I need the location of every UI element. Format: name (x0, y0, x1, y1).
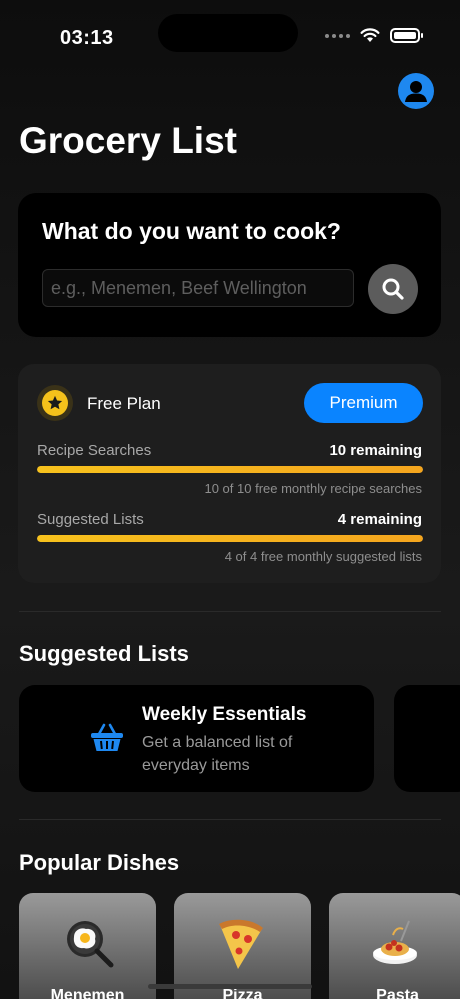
dynamic-island (158, 14, 298, 52)
section-divider (19, 611, 441, 612)
status-icons (325, 28, 423, 43)
plan-name: Free Plan (87, 394, 161, 413)
pizza-icon (219, 919, 263, 969)
usage-progress-recipe-searches (37, 466, 423, 473)
premium-button[interactable]: Premium (304, 383, 423, 423)
dish-name: Pasta (376, 987, 419, 999)
basket-icon (91, 723, 123, 751)
plan-card: Free Plan Premium Recipe Searches 10 rem… (18, 364, 441, 583)
section-divider (19, 819, 441, 820)
usage-remaining-recipe-searches: 10 remaining (329, 442, 422, 459)
dish-card-pasta[interactable]: Pasta (329, 893, 460, 999)
recipe-search-input[interactable] (42, 269, 354, 307)
dish-card-menemen[interactable]: Menemen (19, 893, 156, 999)
usage-progress-fill (37, 466, 423, 473)
profile-button[interactable] (398, 73, 434, 109)
plan-badge (37, 385, 73, 421)
spaghetti-icon (373, 920, 417, 964)
person-icon (405, 81, 427, 102)
search-icon (382, 278, 404, 300)
suggested-lists-title: Suggested Lists (19, 641, 189, 666)
cellular-icon (325, 33, 350, 38)
dish-name: Menemen (50, 987, 125, 999)
pan-egg-icon (67, 921, 114, 968)
usage-remaining-suggested-lists: 4 remaining (337, 511, 422, 528)
usage-label-recipe-searches: Recipe Searches (37, 442, 152, 459)
search-heading: What do you want to cook? (42, 218, 341, 244)
battery-icon (390, 28, 423, 43)
suggested-list-card-next[interactable] (394, 685, 460, 792)
suggested-list-card[interactable]: Weekly Essentials Get a balanced list of… (19, 685, 374, 792)
search-card: What do you want to cook? (18, 193, 441, 337)
search-button[interactable] (368, 264, 418, 314)
usage-progress-fill (37, 535, 423, 542)
home-indicator[interactable] (148, 984, 312, 989)
suggested-list-description: Get a balanced list of everyday items (142, 734, 293, 774)
status-time: 03:13 (60, 27, 114, 49)
page-title: Grocery List (19, 120, 237, 161)
popular-dishes-title: Popular Dishes (19, 850, 180, 875)
wifi-icon (360, 28, 380, 42)
usage-note-recipe-searches: 10 of 10 free monthly recipe searches (204, 481, 422, 496)
star-icon (47, 395, 63, 410)
suggested-list-title: Weekly Essentials (142, 704, 307, 725)
usage-label-suggested-lists: Suggested Lists (37, 511, 144, 528)
usage-progress-suggested-lists (37, 535, 423, 542)
status-bar: 03:13 (0, 0, 460, 70)
usage-note-suggested-lists: 4 of 4 free monthly suggested lists (224, 549, 422, 564)
